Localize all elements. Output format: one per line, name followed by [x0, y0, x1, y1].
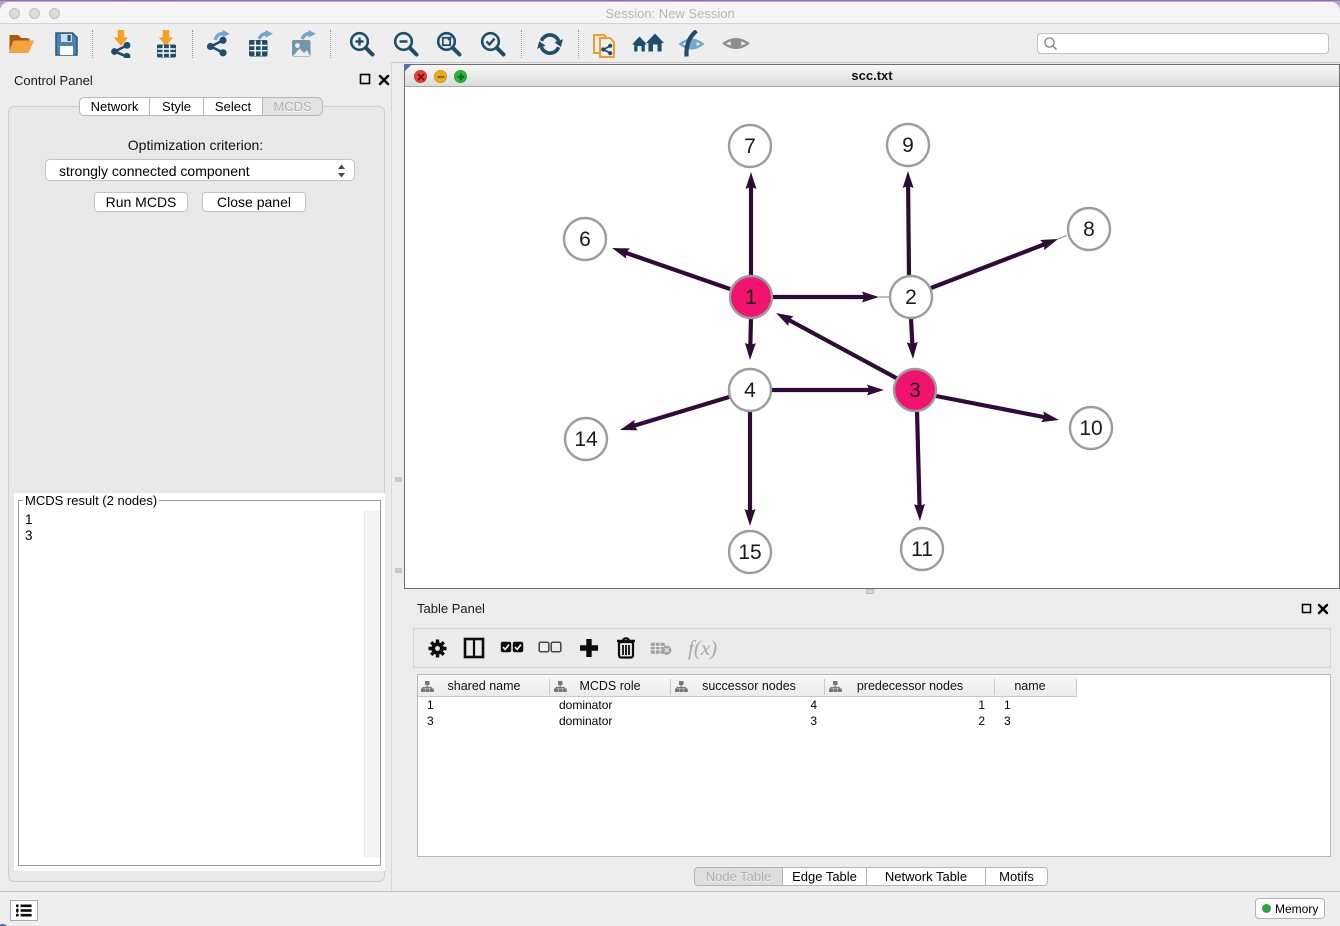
svg-text:8: 8 — [1083, 218, 1095, 241]
svg-text:2: 2 — [905, 286, 917, 309]
svg-text:7: 7 — [744, 135, 756, 158]
svg-text:14: 14 — [574, 428, 598, 451]
svg-text:9: 9 — [902, 134, 914, 157]
svg-text:4: 4 — [744, 379, 756, 402]
svg-text:1: 1 — [745, 286, 757, 309]
svg-text:6: 6 — [579, 228, 591, 251]
svg-text:11: 11 — [911, 538, 933, 561]
svg-text:15: 15 — [738, 541, 761, 564]
svg-text:3: 3 — [909, 379, 921, 402]
svg-text:10: 10 — [1079, 417, 1102, 440]
